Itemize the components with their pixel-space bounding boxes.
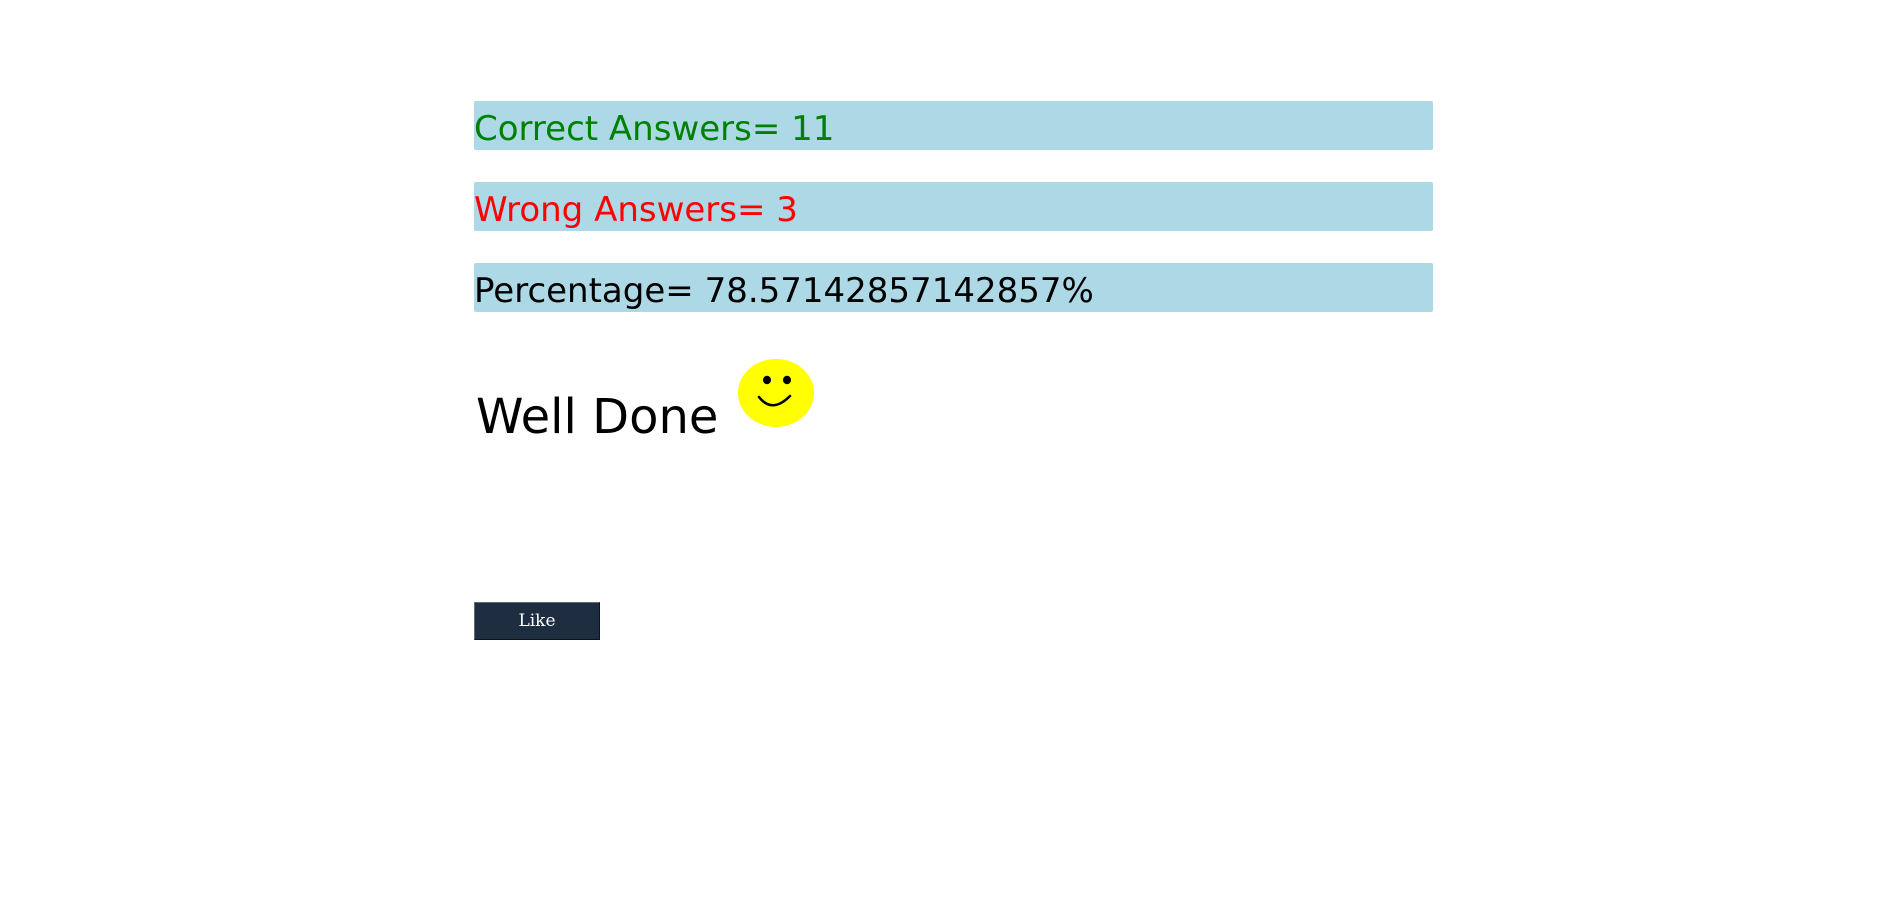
well-done-text: Well Done [476, 389, 719, 445]
quiz-results: Correct Answers= 11 Wrong Answers= 3 Per… [474, 101, 1433, 344]
percentage-text: Percentage= 78.57142857142857% [474, 271, 1094, 311]
correct-answers-row: Correct Answers= 11 [474, 101, 1433, 150]
wrong-answers-row: Wrong Answers= 3 [474, 182, 1433, 231]
smiley-face-icon [738, 359, 815, 427]
feedback-message: Well Done [476, 358, 815, 446]
percentage-row: Percentage= 78.57142857142857% [474, 263, 1433, 312]
like-button[interactable]: Like [474, 602, 600, 640]
correct-answers-text: Correct Answers= 11 [474, 109, 835, 149]
wrong-answers-text: Wrong Answers= 3 [474, 190, 798, 230]
